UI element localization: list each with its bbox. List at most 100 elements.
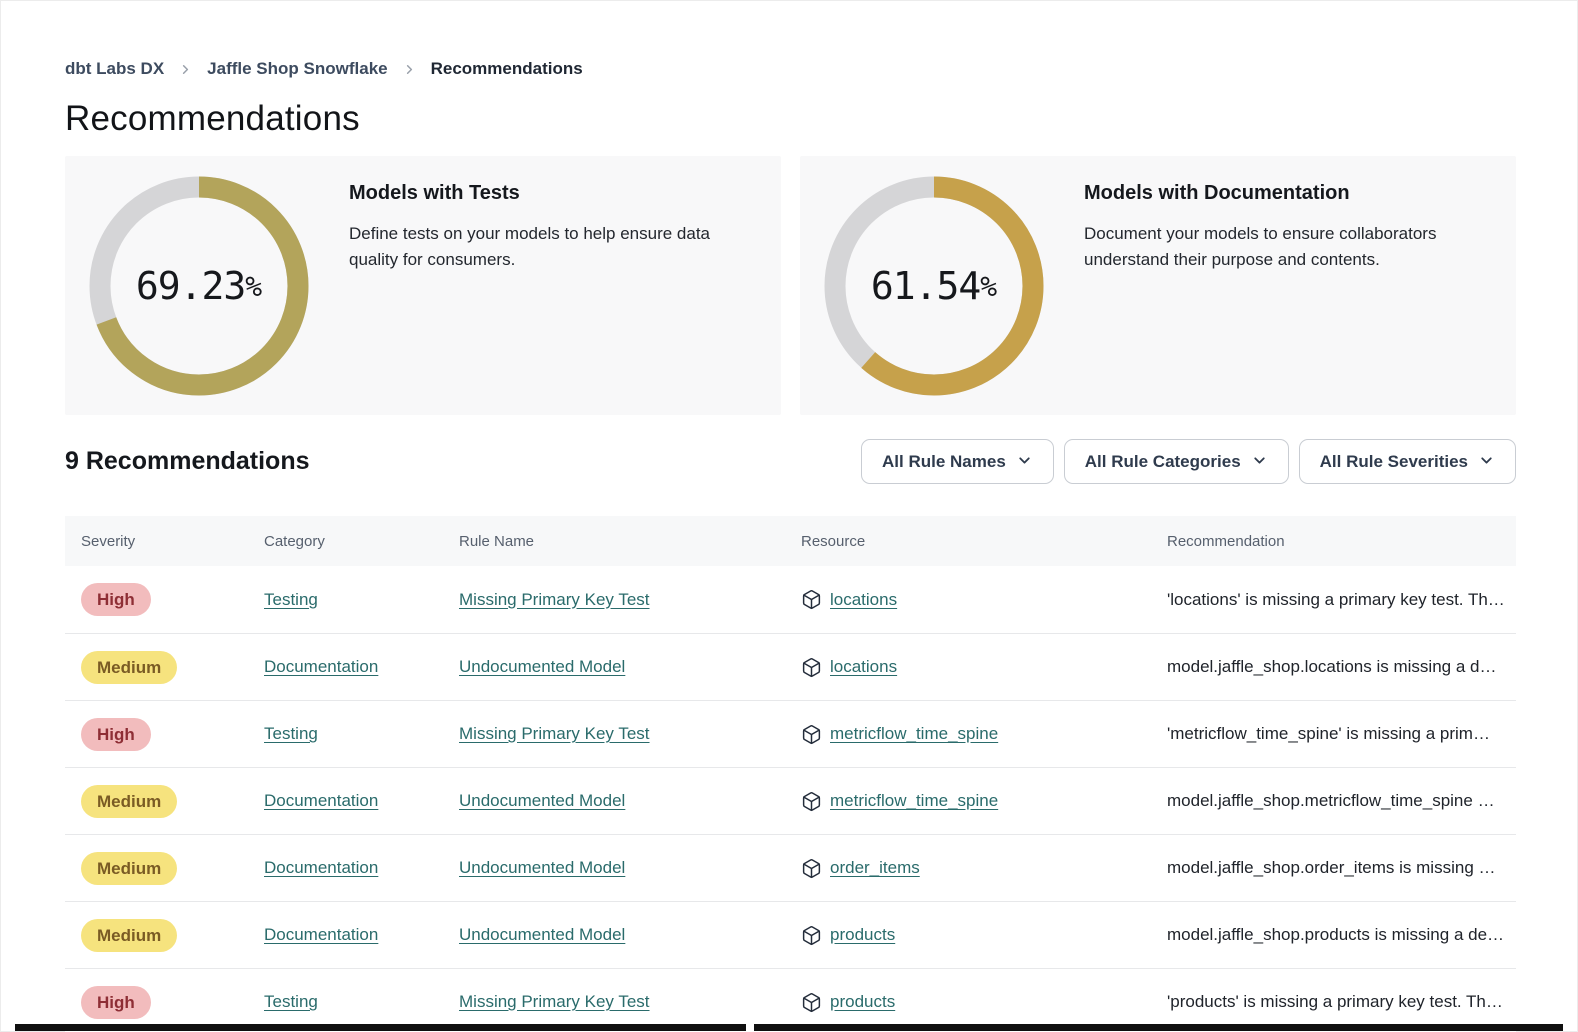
severity-cell: High xyxy=(65,986,264,1019)
recommendation-cell: model.jaffle_shop.locations is missing a… xyxy=(1167,657,1516,677)
recommendation-cell: model.jaffle_shop.products is missing a … xyxy=(1167,925,1516,945)
breadcrumb-item-project[interactable]: Jaffle Shop Snowflake xyxy=(207,59,387,79)
metric-cards: 69.23% Models with Tests Define tests on… xyxy=(65,156,1516,415)
chevron-right-icon xyxy=(178,62,193,77)
table-row: Medium Documentation Undocumented Model … xyxy=(65,633,1516,700)
recommendation-text: model.jaffle_shop.order_items is missing… xyxy=(1167,858,1516,878)
filter-label: All Rule Severities xyxy=(1320,452,1468,472)
donut-percent-value: 69.23 xyxy=(136,264,245,308)
list-head: 9 Recommendations All Rule Names All Rul… xyxy=(65,439,1516,484)
category-cell: Testing xyxy=(264,590,459,610)
severity-cell: High xyxy=(65,718,264,751)
rule-name-link[interactable]: Undocumented Model xyxy=(459,925,625,944)
card-description: Document your models to ensure collabora… xyxy=(1084,221,1492,273)
chevron-right-icon xyxy=(402,62,417,77)
chevron-down-icon xyxy=(1478,450,1495,474)
clipped-bottom-bar xyxy=(754,1024,1563,1031)
recommendation-cell: model.jaffle_shop.order_items is missing… xyxy=(1167,858,1516,878)
recommendation-text: model.jaffle_shop.products is missing a … xyxy=(1167,925,1516,945)
category-cell: Documentation xyxy=(264,791,459,811)
category-link[interactable]: Testing xyxy=(264,992,318,1011)
category-cell: Documentation xyxy=(264,858,459,878)
recommendations-page: dbt Labs DX Jaffle Shop Snowflake Recomm… xyxy=(1,59,1577,1032)
recommendations-table: Severity Category Rule Name Resource Rec… xyxy=(65,516,1516,1032)
severity-badge: Medium xyxy=(81,651,177,684)
breadcrumb-item-account[interactable]: dbt Labs DX xyxy=(65,59,164,79)
resource-cell: order_items xyxy=(801,858,1167,879)
resource-link[interactable]: metricflow_time_spine xyxy=(830,724,998,744)
rule-name-link[interactable]: Undocumented Model xyxy=(459,791,625,810)
category-link[interactable]: Documentation xyxy=(264,925,378,944)
category-link[interactable]: Documentation xyxy=(264,791,378,810)
rule-name-cell: Undocumented Model xyxy=(459,858,801,878)
rule-name-link[interactable]: Missing Primary Key Test xyxy=(459,724,650,743)
recommendation-text: model.jaffle_shop.metricflow_time_spine … xyxy=(1167,791,1516,811)
resource-link[interactable]: locations xyxy=(830,590,897,610)
rule-name-link[interactable]: Missing Primary Key Test xyxy=(459,992,650,1011)
table-row: Medium Documentation Undocumented Model … xyxy=(65,767,1516,834)
model-cube-icon xyxy=(801,589,822,610)
percent-sign: % xyxy=(980,270,997,303)
chevron-down-icon xyxy=(1251,450,1268,474)
severity-cell: Medium xyxy=(65,785,264,818)
model-cube-icon xyxy=(801,925,822,946)
rule-severities-filter-dropdown[interactable]: All Rule Severities xyxy=(1299,439,1516,484)
donut-percent-label: 69.23% xyxy=(89,176,309,396)
filter-bar: All Rule Names All Rule Categories All R… xyxy=(861,439,1516,484)
resource-link[interactable]: products xyxy=(830,925,895,945)
filter-label: All Rule Names xyxy=(882,452,1006,472)
rule-name-link[interactable]: Undocumented Model xyxy=(459,858,625,877)
rule-names-filter-dropdown[interactable]: All Rule Names xyxy=(861,439,1054,484)
model-cube-icon xyxy=(801,724,822,745)
column-header-severity: Severity xyxy=(65,533,264,550)
recommendation-text: 'products' is missing a primary key test… xyxy=(1167,992,1516,1012)
rule-name-link[interactable]: Undocumented Model xyxy=(459,657,625,676)
card-description: Define tests on your models to help ensu… xyxy=(349,221,757,273)
donut-percent-value: 61.54 xyxy=(871,264,980,308)
category-cell: Testing xyxy=(264,724,459,744)
recommendation-cell: 'locations' is missing a primary key tes… xyxy=(1167,590,1516,610)
table-row: High Testing Missing Primary Key Test pr… xyxy=(65,968,1516,1032)
resource-cell: metricflow_time_spine xyxy=(801,791,1167,812)
category-link[interactable]: Documentation xyxy=(264,657,378,676)
column-header-recommendation: Recommendation xyxy=(1167,533,1516,550)
resource-link[interactable]: products xyxy=(830,992,895,1012)
resource-link[interactable]: metricflow_time_spine xyxy=(830,791,998,811)
recommendations-count: 9 Recommendations xyxy=(65,447,310,476)
resource-cell: locations xyxy=(801,589,1167,610)
resource-cell: products xyxy=(801,992,1167,1013)
filter-label: All Rule Categories xyxy=(1085,452,1241,472)
card-models-with-documentation: 61.54% Models with Documentation Documen… xyxy=(800,156,1516,415)
column-header-rule-name: Rule Name xyxy=(459,533,801,550)
severity-badge: Medium xyxy=(81,919,177,952)
model-cube-icon xyxy=(801,657,822,678)
category-link[interactable]: Documentation xyxy=(264,858,378,877)
resource-link[interactable]: order_items xyxy=(830,858,920,878)
category-link[interactable]: Testing xyxy=(264,724,318,743)
rule-name-cell: Undocumented Model xyxy=(459,791,801,811)
model-cube-icon xyxy=(801,791,822,812)
category-cell: Testing xyxy=(264,992,459,1012)
severity-badge: High xyxy=(81,986,151,1019)
rule-categories-filter-dropdown[interactable]: All Rule Categories xyxy=(1064,439,1289,484)
resource-link[interactable]: locations xyxy=(830,657,897,677)
recommendation-cell: 'metricflow_time_spine' is missing a pri… xyxy=(1167,724,1516,744)
card-text: Models with Documentation Document your … xyxy=(1044,176,1492,395)
rule-name-link[interactable]: Missing Primary Key Test xyxy=(459,590,650,609)
severity-badge: Medium xyxy=(81,785,177,818)
severity-cell: High xyxy=(65,583,264,616)
column-header-category: Category xyxy=(264,533,459,550)
category-cell: Documentation xyxy=(264,657,459,677)
recommendation-cell: 'products' is missing a primary key test… xyxy=(1167,992,1516,1012)
recommendation-text: 'locations' is missing a primary key tes… xyxy=(1167,590,1516,610)
rule-name-cell: Undocumented Model xyxy=(459,925,801,945)
model-cube-icon xyxy=(801,992,822,1013)
tests-donut-chart: 69.23% xyxy=(89,176,309,396)
column-header-resource: Resource xyxy=(801,533,1167,550)
resource-cell: products xyxy=(801,925,1167,946)
category-link[interactable]: Testing xyxy=(264,590,318,609)
rule-name-cell: Missing Primary Key Test xyxy=(459,724,801,744)
table-row: Medium Documentation Undocumented Model … xyxy=(65,901,1516,968)
rule-name-cell: Undocumented Model xyxy=(459,657,801,677)
card-text: Models with Tests Define tests on your m… xyxy=(309,176,757,395)
